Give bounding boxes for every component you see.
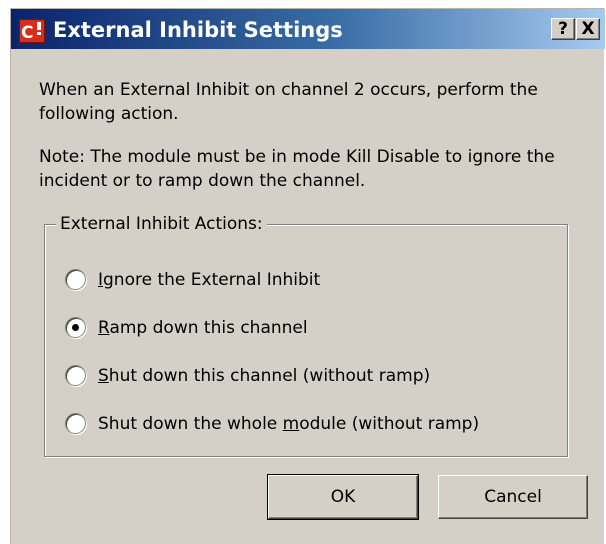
cancel-button[interactable]: Cancel <box>438 475 588 519</box>
radio-selected-dot-icon <box>72 324 79 331</box>
radio-button-shut-down-channel[interactable] <box>65 365 86 386</box>
description-text: When an External Inhibit on channel 2 oc… <box>39 80 538 124</box>
close-button[interactable]: X <box>576 18 600 40</box>
app-logo-icon: C <box>19 19 45 43</box>
radio-button-ramp-down[interactable] <box>65 317 86 338</box>
ok-button[interactable]: OK <box>267 474 419 520</box>
radio-label-ignore[interactable]: Ignore the External Inhibit <box>98 267 320 293</box>
radio-option-shut-down-channel[interactable]: Shut down this channel (without ramp) <box>65 363 561 389</box>
radio-label-shut-down-channel[interactable]: Shut down this channel (without ramp) <box>98 363 430 389</box>
window-title: External Inhibit Settings <box>53 18 343 42</box>
groupbox-legend: External Inhibit Actions: <box>56 212 267 236</box>
help-icon: ? <box>558 19 568 39</box>
external-inhibit-dialog: C External Inhibit Settings ? X When an … <box>10 8 605 544</box>
radio-option-ignore[interactable]: Ignore the External Inhibit <box>65 267 561 293</box>
title-bar[interactable]: C External Inhibit Settings ? X <box>11 9 605 49</box>
radio-label-shut-down-module[interactable]: Shut down the whole module (without ramp… <box>98 411 479 437</box>
close-icon: X <box>581 19 595 39</box>
radio-button-ignore[interactable] <box>65 269 86 290</box>
radio-option-ramp-down[interactable]: Ramp down this channel <box>65 315 561 341</box>
note-text: Note: The module must be in mode Kill Di… <box>39 147 555 191</box>
radio-option-shut-down-module[interactable]: Shut down the whole module (without ramp… <box>65 411 561 437</box>
help-button[interactable]: ? <box>551 18 575 40</box>
radio-button-shut-down-module[interactable] <box>65 413 86 434</box>
actions-groupbox: External Inhibit Actions: Ignore the Ext… <box>44 212 568 457</box>
radio-label-ramp-down[interactable]: Ramp down this channel <box>98 315 308 341</box>
